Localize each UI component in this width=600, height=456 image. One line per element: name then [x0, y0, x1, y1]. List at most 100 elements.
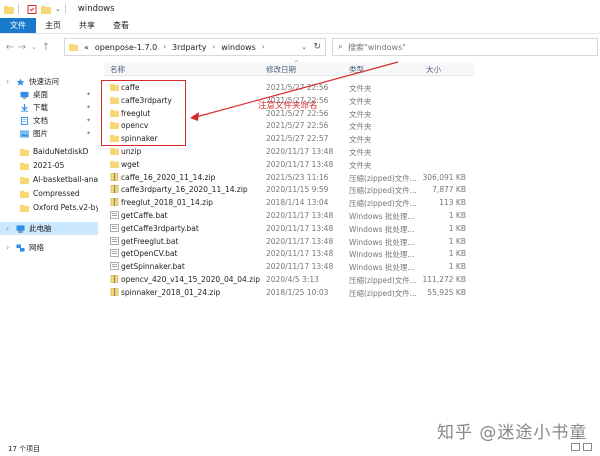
nav-item[interactable]: › 网络	[0, 241, 98, 254]
nav-item[interactable]: AI-basketball-ana	[0, 173, 98, 186]
column-date[interactable]: 修改日期	[266, 64, 296, 75]
nav-item[interactable]: Oxford Pets.v2-by	[0, 201, 98, 214]
recent-chevron-icon[interactable]: ⌄	[28, 43, 40, 51]
file-row[interactable]: opencv_420_v14_15_2020_04_04.zip 2020/4/5…	[104, 273, 474, 286]
file-type: 文件夹	[349, 135, 372, 145]
address-row: ← → ⌄ ↑ « openpose-1.7.0 › 3rdparty › wi…	[0, 36, 600, 58]
folder-icon	[4, 5, 14, 14]
nav-item-label: 桌面	[33, 90, 48, 99]
file-date: 2018/1/25 10:03	[266, 287, 329, 297]
status-item-count: 17 个项目	[8, 445, 41, 453]
watermark: 知乎 @迷途小书童	[437, 423, 588, 443]
nav-item[interactable]: 文档 ✦	[0, 114, 98, 127]
desktop-icon	[20, 91, 29, 99]
column-size[interactable]: 大小	[426, 64, 441, 75]
nav-item-label: 网络	[29, 243, 44, 252]
file-row[interactable]: getSpinnaker.bat 2020/11/17 13:48 Windows …	[104, 260, 474, 273]
file-type: Windows 批处理...	[349, 263, 415, 273]
expand-chevron-icon[interactable]: ›	[6, 77, 9, 86]
tab-home[interactable]: 主页	[36, 18, 70, 33]
file-size: 1 KB	[448, 236, 466, 246]
file-name: unzip	[121, 147, 142, 156]
chevron-right-icon[interactable]: ›	[212, 43, 215, 51]
expand-chevron-icon[interactable]: ›	[6, 243, 9, 252]
properties-icon[interactable]	[27, 4, 37, 14]
file-row[interactable]: unzip 2020/11/17 13:48 文件夹	[104, 145, 474, 158]
tab-view[interactable]: 查看	[104, 18, 138, 33]
column-type[interactable]: 类型	[349, 64, 364, 75]
nav-item-label: 文档	[33, 116, 48, 125]
nav-item[interactable]: 2021-05	[0, 159, 98, 172]
nav-item[interactable]: 桌面 ✦	[0, 88, 98, 101]
breadcrumb-overflow[interactable]: «	[84, 43, 89, 52]
file-date: 2020/11/17 13:48	[266, 159, 334, 169]
refresh-icon[interactable]: ↻	[313, 42, 321, 52]
nav-item[interactable]: Compressed	[0, 187, 98, 200]
file-date: 2018/1/14 13:04	[266, 198, 329, 208]
folder-icon	[20, 176, 29, 184]
file-name: caffe3rdparty_16_2020_11_14.zip	[121, 185, 248, 195]
file-name: spinnaker_2018_01_24.zip	[121, 287, 221, 297]
address-bar[interactable]: « openpose-1.7.0 › 3rdparty › windows › …	[64, 38, 326, 56]
file-date: 2020/4/5 3:13	[266, 275, 319, 284]
tab-share[interactable]: 共享	[70, 18, 104, 33]
pin-icon: ✦	[86, 91, 92, 98]
file-size: 1 KB	[448, 249, 466, 259]
nav-item[interactable]: 图片 ✦	[0, 127, 98, 140]
file-row[interactable]: caffe3rdparty_16_2020_11_14.zip 2020/11/1…	[104, 183, 474, 196]
file-size: 1 KB	[448, 223, 466, 233]
address-dropdown-icon[interactable]: ⌄	[301, 43, 307, 51]
nav-item[interactable]: 下载 ✦	[0, 101, 98, 114]
file-row[interactable]: getOpenCV.bat 2020/11/17 13:48 Windows 批处理…	[104, 247, 474, 260]
file-row[interactable]: caffe_16_2020_11_14.zip 2021/5/23 11:16 压缩…	[104, 171, 474, 184]
back-arrow-icon[interactable]: ←	[4, 42, 16, 53]
forward-arrow-icon[interactable]: →	[16, 42, 28, 53]
breadcrumb-openpose[interactable]: openpose-1.7.0	[95, 43, 157, 52]
file-date: 2020/11/15 9:59	[266, 185, 329, 195]
file-date: 2021/5/23 11:16	[266, 172, 329, 182]
breadcrumb-windows[interactable]: windows	[221, 43, 256, 52]
folder-icon	[20, 148, 29, 156]
document-icon	[20, 116, 29, 125]
column-header: 名称 ^ 修改日期 类型 大小	[104, 60, 474, 76]
nav-item-label: AI-basketball-ana	[33, 175, 98, 184]
file-row[interactable]: getCaffe3rdparty.bat 2020/11/17 13:48 Wind…	[104, 222, 474, 235]
large-icons-view-icon[interactable]	[583, 443, 592, 451]
file-type: 压缩(zipped)文件...	[349, 199, 417, 209]
new-folder-icon[interactable]	[41, 5, 51, 14]
nav-item[interactable]: BaiduNetdiskD	[0, 145, 98, 158]
tab-file[interactable]: 文件	[0, 18, 36, 33]
nav-item-label: Compressed	[33, 189, 80, 198]
nav-item[interactable]: › 此电脑	[0, 222, 98, 235]
file-row[interactable]: spinnaker_2018_01_24.zip 2018/1/25 10:03 压…	[104, 286, 474, 299]
details-view-icon[interactable]	[571, 443, 580, 451]
customize-chevron-icon[interactable]: ⌄	[55, 5, 61, 13]
column-name[interactable]: 名称	[110, 64, 125, 75]
expand-chevron-icon[interactable]: ›	[6, 224, 9, 233]
folder-icon	[20, 162, 29, 170]
folder-icon	[20, 204, 29, 212]
file-row[interactable]: wget 2020/11/17 13:48 文件夹	[104, 158, 474, 171]
folder-icon	[20, 190, 29, 198]
bat-icon	[110, 262, 119, 271]
file-row[interactable]: getFreeglut.bat 2020/11/17 13:48 Windows 批…	[104, 235, 474, 248]
file-row[interactable]: getCaffe.bat 2020/11/17 13:48 Windows 批处理.…	[104, 209, 474, 222]
up-arrow-icon[interactable]: ↑	[40, 42, 52, 53]
search-input[interactable]: 搜索"windows"	[348, 42, 406, 53]
nav-item-label: BaiduNetdiskD	[33, 147, 89, 156]
file-type: 文件夹	[349, 96, 372, 106]
chevron-right-icon[interactable]: ›	[262, 43, 265, 51]
bat-icon	[110, 223, 119, 232]
chevron-right-icon[interactable]: ›	[163, 43, 166, 51]
folder-icon	[110, 160, 119, 168]
search-box[interactable]: ⌕ 搜索"windows"	[332, 38, 598, 56]
file-name: getFreeglut.bat	[121, 236, 179, 246]
file-date: 2020/11/17 13:48	[266, 147, 334, 156]
nav-item-label: 图片	[33, 129, 48, 138]
nav-item[interactable]: › 快速访问	[0, 75, 98, 88]
file-row[interactable]: freeglut_2018_01_14.zip 2018/1/14 13:04 压缩…	[104, 196, 474, 209]
breadcrumb-3rdparty[interactable]: 3rdparty	[172, 43, 206, 52]
file-size: 306,091 KB	[422, 172, 466, 182]
file-date: 2020/11/17 13:48	[266, 249, 334, 259]
title-bar: ⌄ windows	[0, 0, 600, 18]
